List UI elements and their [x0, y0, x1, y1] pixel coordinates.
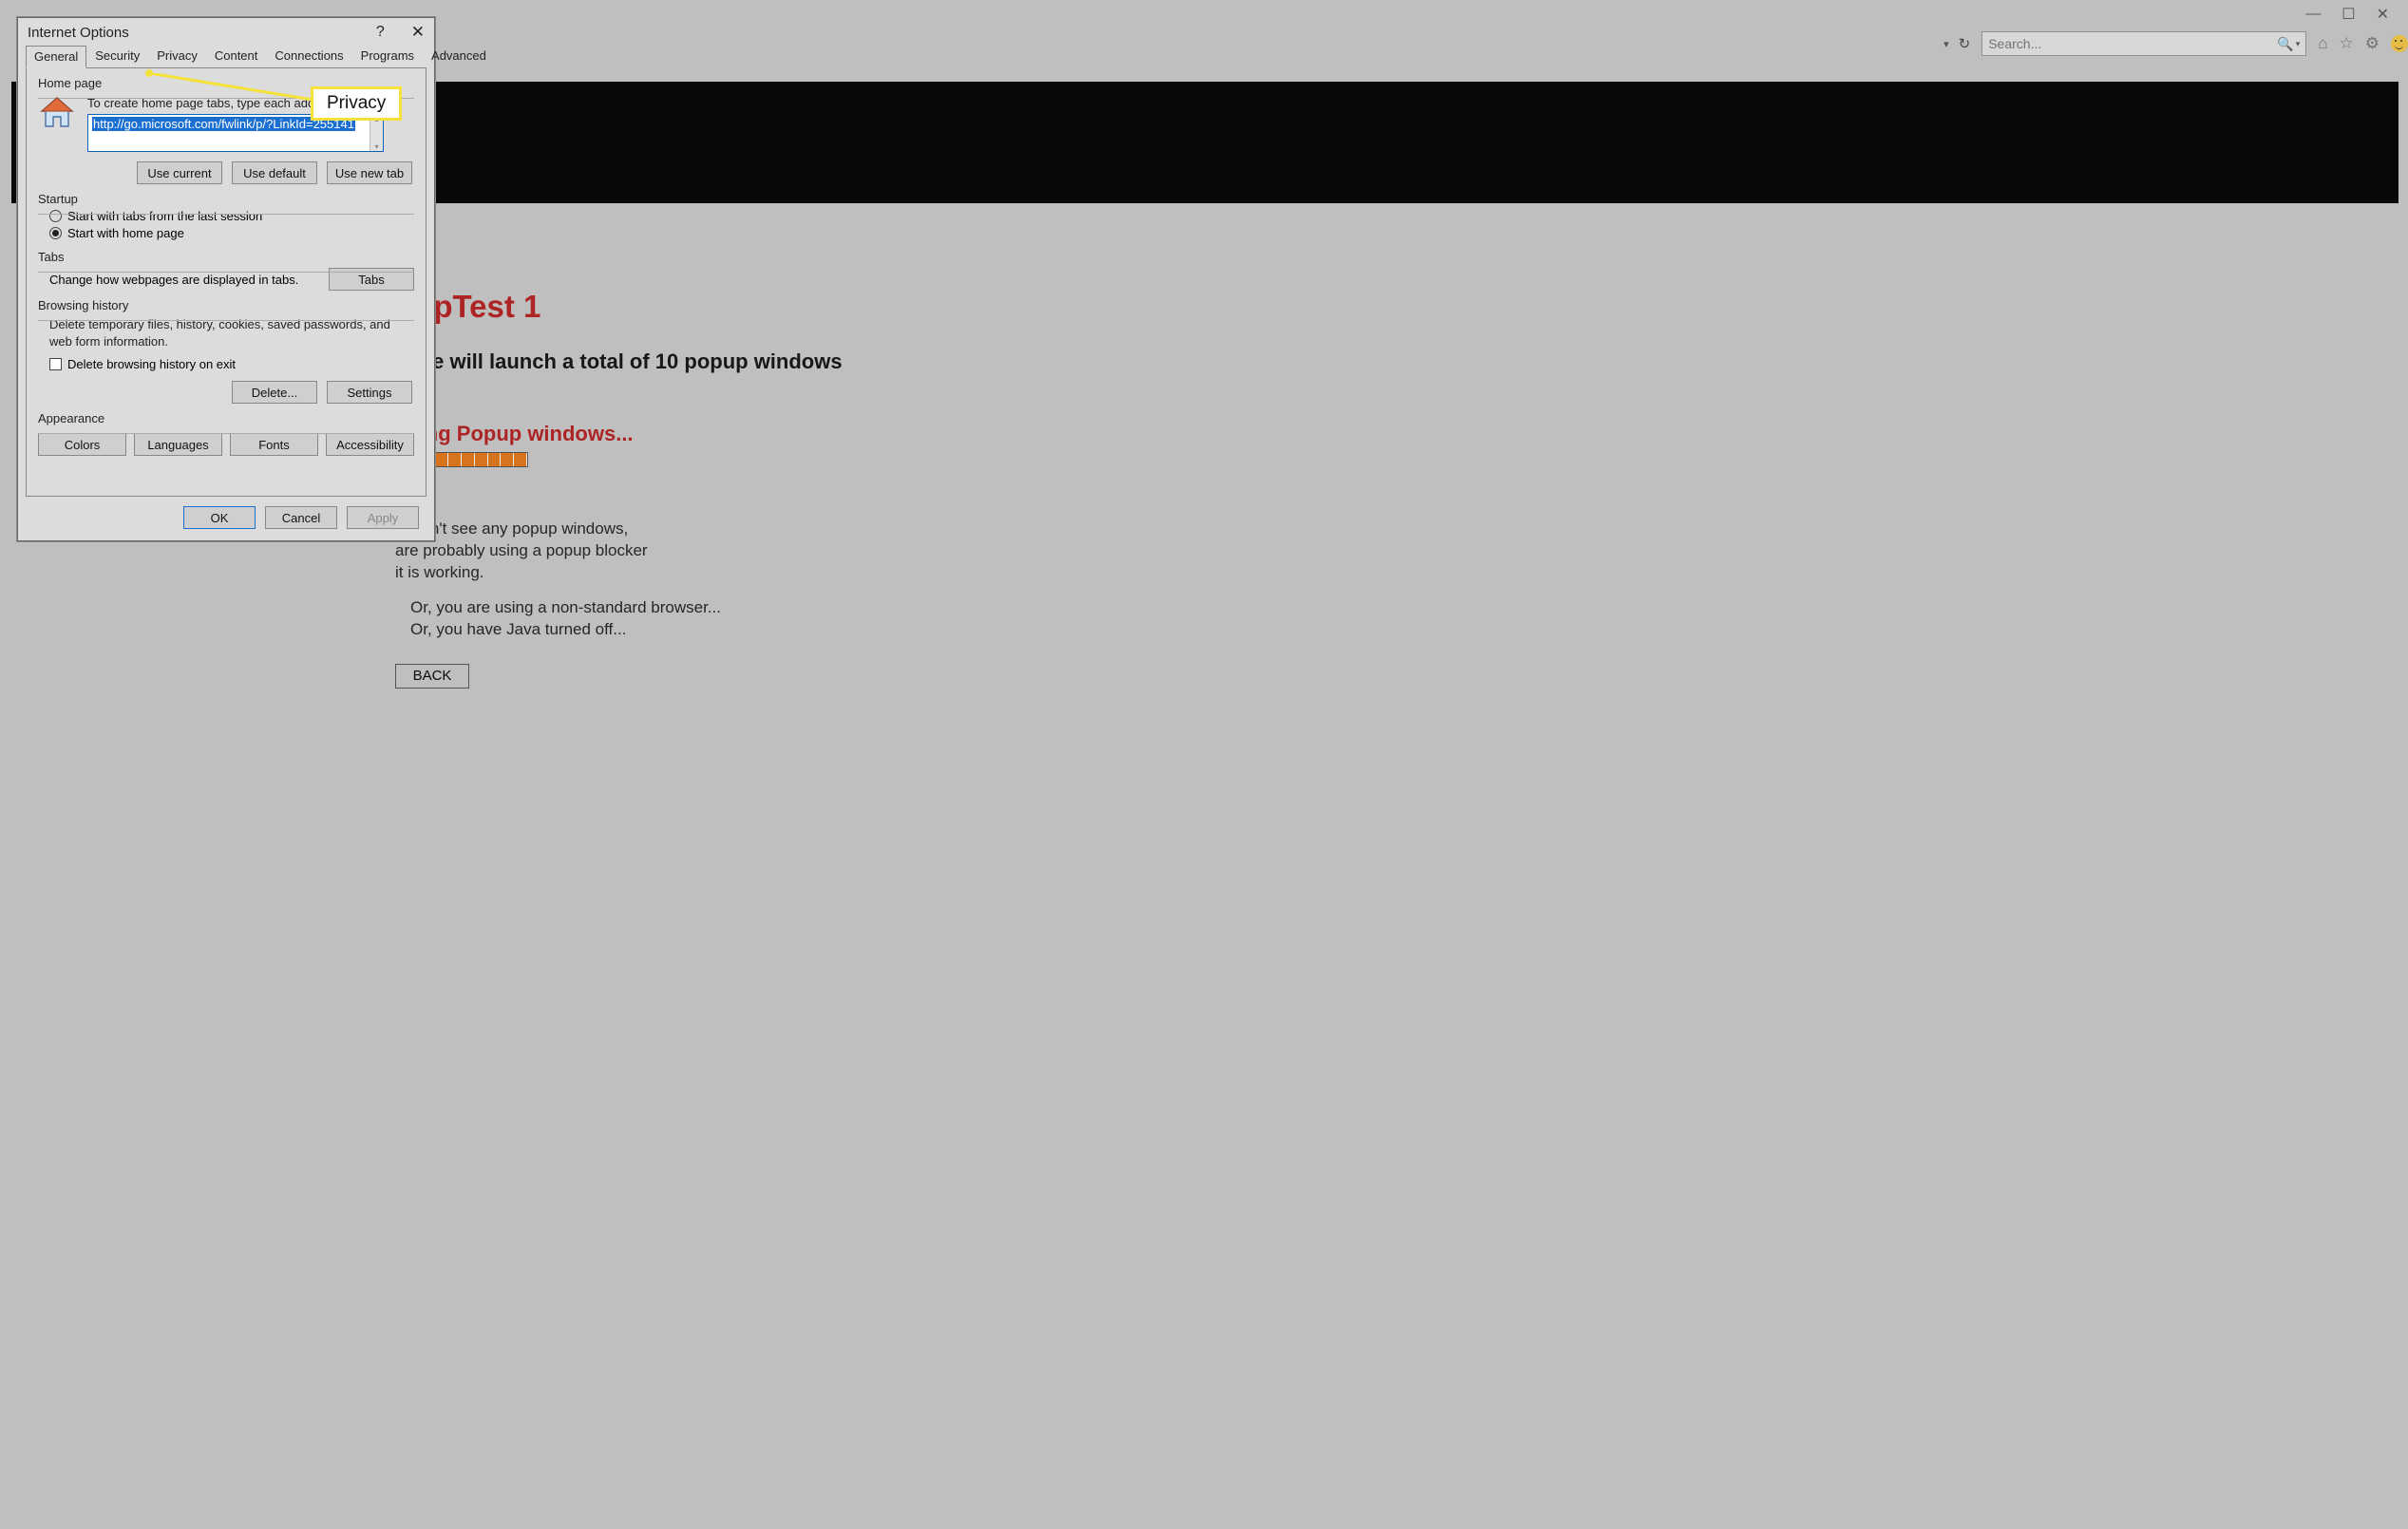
feedback-smiley-icon[interactable]: [2391, 35, 2408, 52]
ok-button[interactable]: OK: [183, 506, 256, 529]
refresh-icon[interactable]: ↻: [1959, 35, 1971, 52]
use-default-button[interactable]: Use default: [232, 161, 317, 184]
maximize-button[interactable]: ☐: [2342, 5, 2355, 24]
result-line-2: are probably using a popup blocker: [395, 540, 2408, 562]
dialog-button-row: OK Cancel Apply: [18, 497, 434, 540]
result-line-5: Or, you have Java turned off...: [410, 619, 2408, 641]
fonts-button[interactable]: Fonts: [230, 433, 318, 456]
use-new-tab-button[interactable]: Use new tab: [327, 161, 412, 184]
back-button[interactable]: BACK: [395, 664, 469, 689]
checkbox-delete-on-exit[interactable]: Delete browsing history on exit: [49, 357, 414, 371]
group-history-legend: Browsing history: [38, 298, 134, 312]
done-label: ne!: [395, 481, 2408, 503]
tab-programs[interactable]: Programs: [352, 45, 423, 67]
radio-icon-selected: [49, 227, 62, 239]
group-startup-legend: Startup: [38, 192, 84, 206]
accessibility-button[interactable]: Accessibility: [326, 433, 414, 456]
result-line-3: it is working.: [395, 562, 2408, 584]
dialog-help-button[interactable]: ?: [376, 24, 385, 41]
tab-content[interactable]: Content: [206, 45, 267, 67]
search-input[interactable]: Search... 🔍 ▾: [1981, 31, 2306, 56]
apply-button[interactable]: Apply: [347, 506, 419, 529]
group-startup: Startup Start with tabs from the last se…: [38, 192, 414, 242]
radio-label: Start with home page: [67, 226, 184, 240]
group-homepage-legend: Home page: [38, 76, 107, 90]
group-tabs: Tabs Change how webpages are displayed i…: [38, 250, 414, 291]
languages-button[interactable]: Languages: [134, 433, 222, 456]
dialog-body: Home page To create home page tabs, type…: [26, 67, 427, 497]
tab-security[interactable]: Security: [86, 45, 148, 67]
tab-general[interactable]: General: [26, 46, 86, 68]
callout-dot: [145, 69, 153, 77]
radio-label: Start with tabs from the last session: [67, 209, 262, 223]
page-subtitle: page will launch a total of 10 popup win…: [395, 349, 2408, 374]
gear-icon[interactable]: ⚙: [2365, 34, 2380, 53]
minimize-button[interactable]: —: [2305, 6, 2321, 23]
home-icon[interactable]: ⌂: [2318, 34, 2327, 53]
colors-button[interactable]: Colors: [38, 433, 126, 456]
radio-start-home-page[interactable]: Start with home page: [49, 226, 414, 240]
search-icon[interactable]: 🔍: [2277, 36, 2293, 52]
callout-privacy-label: Privacy: [311, 86, 402, 121]
tab-connections[interactable]: Connections: [266, 45, 351, 67]
history-description: Delete temporary files, history, cookies…: [49, 316, 403, 349]
checkbox-label: Delete browsing history on exit: [67, 357, 236, 371]
tab-privacy[interactable]: Privacy: [148, 45, 206, 67]
group-tabs-legend: Tabs: [38, 250, 69, 264]
use-current-button[interactable]: Use current: [137, 161, 222, 184]
dialog-tabstrip: General Security Privacy Content Connect…: [18, 47, 434, 67]
delete-history-button[interactable]: Delete...: [232, 381, 317, 404]
dialog-title: Internet Options: [28, 25, 376, 41]
group-appearance: Appearance Colors Languages Fonts Access…: [38, 411, 414, 456]
group-browsing-history: Browsing history Delete temporary files,…: [38, 298, 414, 404]
dialog-titlebar: Internet Options ? ✕: [18, 18, 434, 47]
checkbox-icon: [49, 358, 62, 370]
window-close-button[interactable]: ✕: [2377, 5, 2389, 24]
result-line-1: u didn't see any popup windows,: [395, 519, 2408, 540]
radio-start-last-session[interactable]: Start with tabs from the last session: [49, 209, 414, 223]
history-settings-button[interactable]: Settings: [327, 381, 412, 404]
tabs-description: Change how webpages are displayed in tab…: [49, 273, 298, 287]
cancel-button[interactable]: Cancel: [265, 506, 337, 529]
search-dropdown-icon[interactable]: ▾: [2296, 39, 2301, 49]
tab-advanced[interactable]: Advanced: [423, 45, 495, 67]
result-line-4: Or, you are using a non-standard browser…: [410, 597, 2408, 619]
address-dropdown-icon[interactable]: ▾: [1943, 38, 1949, 50]
radio-icon: [49, 210, 62, 222]
loading-label: ading Popup windows...: [395, 422, 2408, 446]
favorites-icon[interactable]: ☆: [2340, 34, 2354, 53]
group-appearance-legend: Appearance: [38, 411, 110, 425]
home-page-icon: [38, 96, 78, 130]
page-title: pupTest 1: [395, 289, 2408, 325]
search-placeholder: Search...: [1988, 36, 2277, 51]
dialog-close-button[interactable]: ✕: [411, 23, 425, 42]
